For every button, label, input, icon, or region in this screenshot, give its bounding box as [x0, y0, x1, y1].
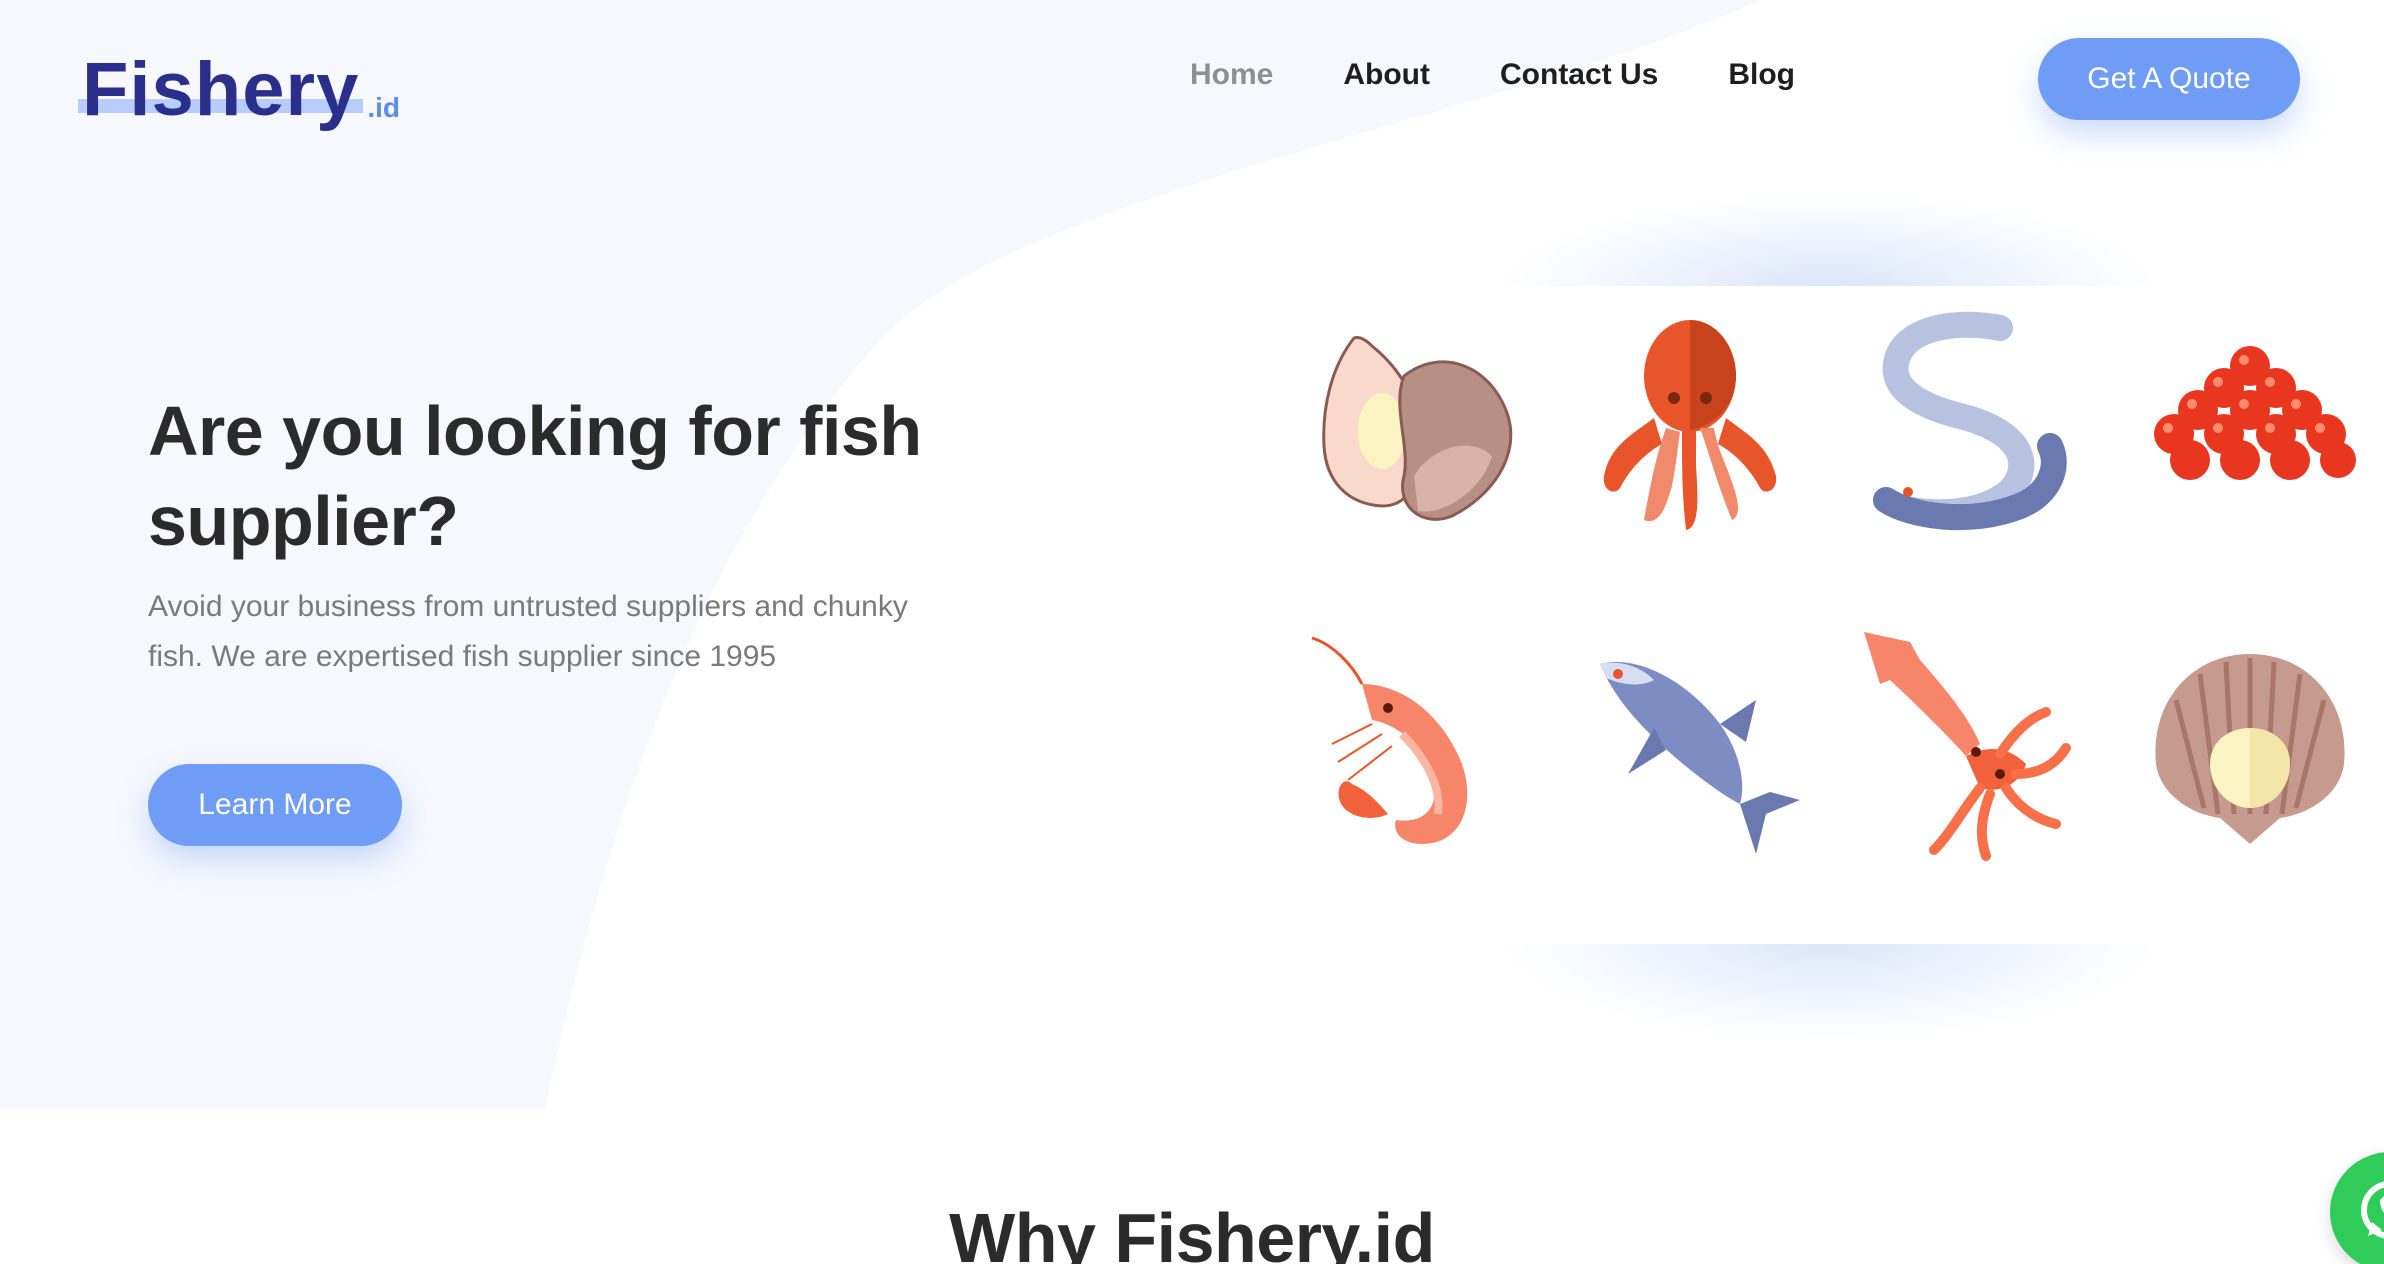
- nav-link-about[interactable]: About: [1343, 58, 1430, 92]
- shrimp-icon: [1292, 624, 1532, 864]
- nav-link-home[interactable]: Home: [1190, 58, 1273, 92]
- caviar-icon: [2130, 306, 2370, 546]
- learn-more-button[interactable]: Learn More: [148, 764, 402, 846]
- oyster-icon: [1292, 306, 1532, 546]
- brand-logo[interactable]: Fishery .id: [78, 28, 400, 128]
- main-nav: Home About Contact Us Blog: [1190, 58, 1795, 92]
- scallop-icon: [2130, 624, 2370, 864]
- eel-icon: [1850, 306, 2090, 546]
- whatsapp-icon: [2361, 1181, 2384, 1239]
- nav-link-blog[interactable]: Blog: [1728, 58, 1795, 92]
- section-title-why: Why Fishery.id: [949, 1199, 1435, 1264]
- hero-title: Are you looking for fish supplier?: [148, 392, 922, 560]
- squid-icon: [1850, 624, 2090, 864]
- tuna-icon: [1570, 624, 1810, 864]
- brand-suffix: .id: [367, 92, 401, 123]
- grid-shadow-bottom: [1500, 940, 2160, 1040]
- seafood-illustration-grid: [1260, 286, 2384, 944]
- get-quote-button[interactable]: Get A Quote: [2038, 38, 2300, 120]
- nav-link-contact[interactable]: Contact Us: [1500, 58, 1658, 92]
- grid-shadow-top: [1500, 196, 2160, 286]
- octopus-icon: [1570, 306, 1810, 546]
- navbar: Fishery .id Home About Contact Us Blog G…: [0, 0, 2384, 160]
- brand-name: Fishery: [78, 52, 364, 128]
- hero-description: Avoid your business from untrusted suppl…: [148, 590, 908, 673]
